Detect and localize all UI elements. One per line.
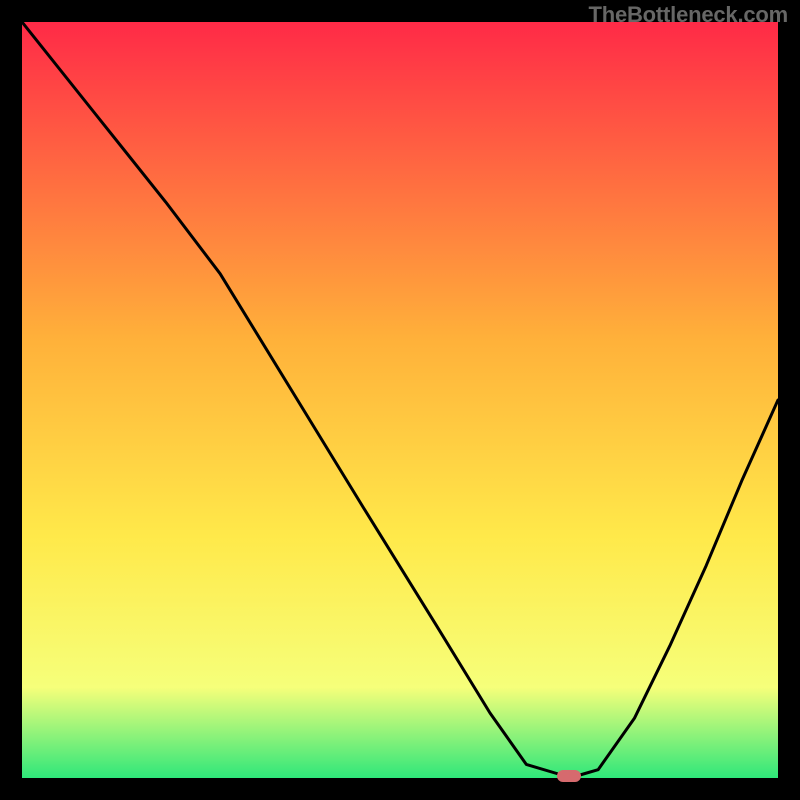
gradient-panel bbox=[22, 22, 778, 778]
frame: TheBottleneck.com bbox=[0, 0, 800, 800]
watermark-label: TheBottleneck.com bbox=[588, 2, 788, 28]
optimal-marker bbox=[557, 770, 581, 782]
chart-area bbox=[22, 22, 778, 778]
chart-svg bbox=[22, 22, 778, 778]
